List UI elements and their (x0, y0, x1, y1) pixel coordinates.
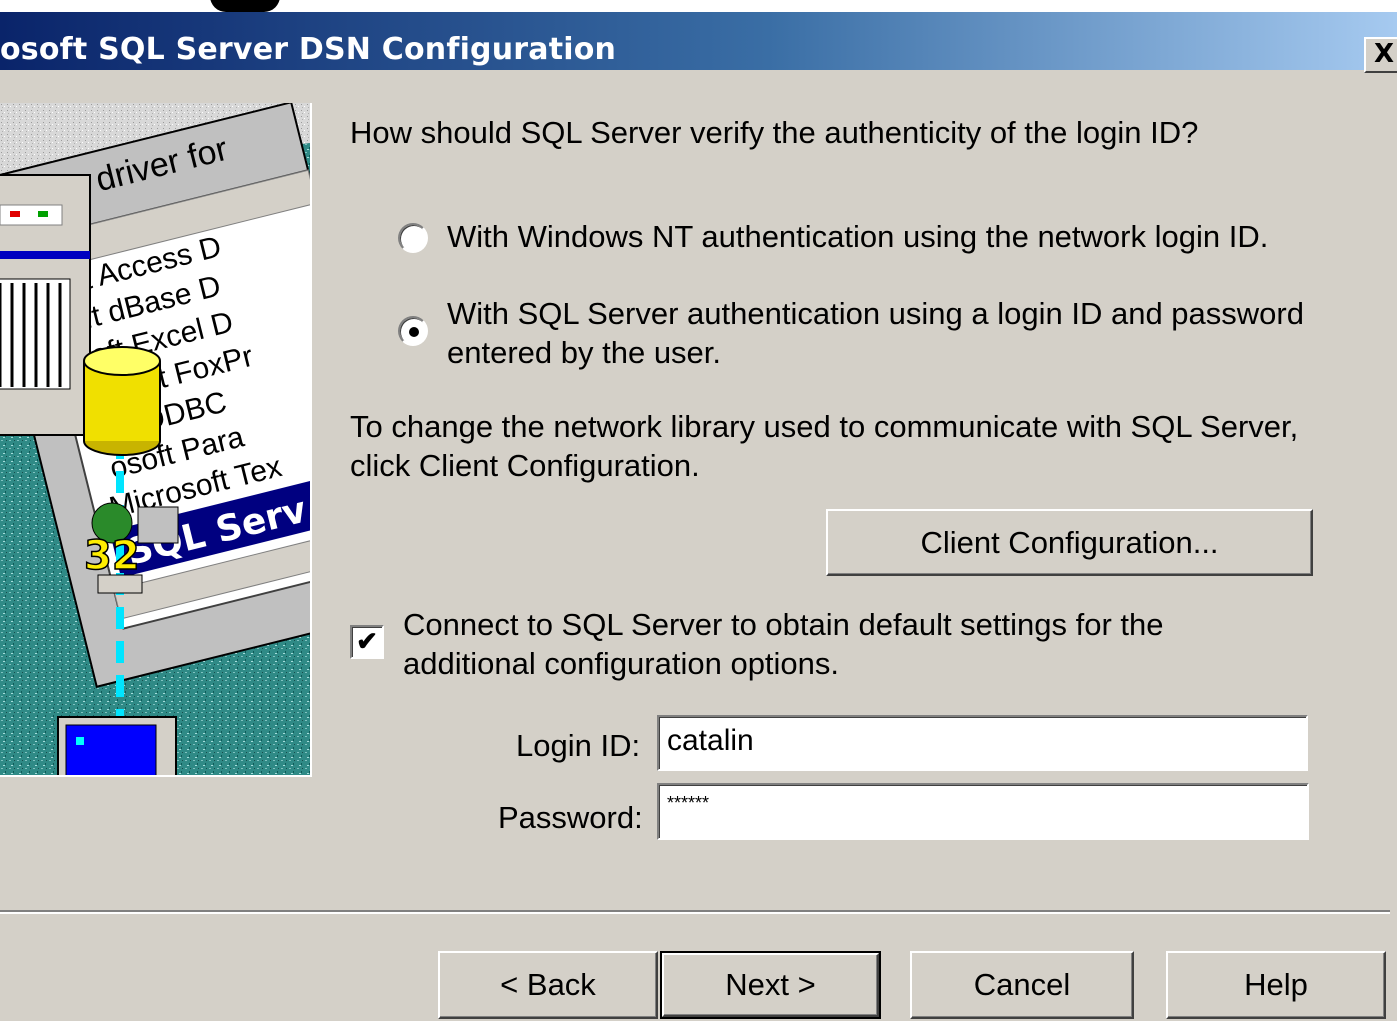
login-id-label: Login ID: (516, 728, 641, 763)
sql-server-auth-label[interactable]: With SQL Server authentication using a l… (447, 294, 1304, 333)
wizard-illustration: Select a driver for me oft Access D oft … (0, 103, 312, 777)
password-label: Password: (498, 800, 643, 835)
close-button[interactable]: X (1364, 37, 1397, 73)
title-bar[interactable]: osoft SQL Server DSN Configuration X (0, 12, 1397, 73)
help-button[interactable]: Help (1166, 951, 1386, 1019)
connect-default-settings-label[interactable]: Connect to SQL Server to obtain default … (403, 605, 1164, 644)
next-button[interactable]: Next > (660, 951, 881, 1019)
window-title: osoft SQL Server DSN Configuration (0, 32, 617, 67)
password-input[interactable]: ****** (657, 783, 1309, 840)
back-button[interactable]: < Back (438, 951, 658, 1019)
radio-selected-dot (409, 327, 419, 337)
connect-default-settings-checkbox[interactable]: ✔ (350, 625, 384, 659)
footer-separator-highlight (0, 912, 1390, 914)
windows-nt-auth-label[interactable]: With Windows NT authentication using the… (447, 217, 1268, 256)
login-id-input[interactable]: catalin (657, 715, 1308, 771)
badge-32: 32 (84, 533, 140, 579)
cancel-button[interactable]: Cancel (910, 951, 1134, 1019)
network-library-text: To change the network library used to co… (350, 409, 1299, 444)
auth-question: How should SQL Server verify the authent… (350, 115, 1199, 150)
window-top-edge (0, 0, 1397, 12)
close-icon: X (1374, 39, 1395, 69)
odbc-driver-illustration: Select a driver for me oft Access D oft … (0, 103, 310, 775)
client-configuration-button[interactable]: Client Configuration... (826, 509, 1313, 576)
sql-server-auth-label-line2[interactable]: entered by the user. (447, 333, 721, 372)
sql-server-auth-radio[interactable] (398, 316, 428, 346)
connect-default-settings-label-line2[interactable]: additional configuration options. (403, 644, 839, 683)
network-library-text-line2: click Client Configuration. (350, 448, 700, 483)
windows-nt-auth-radio[interactable] (398, 223, 428, 253)
